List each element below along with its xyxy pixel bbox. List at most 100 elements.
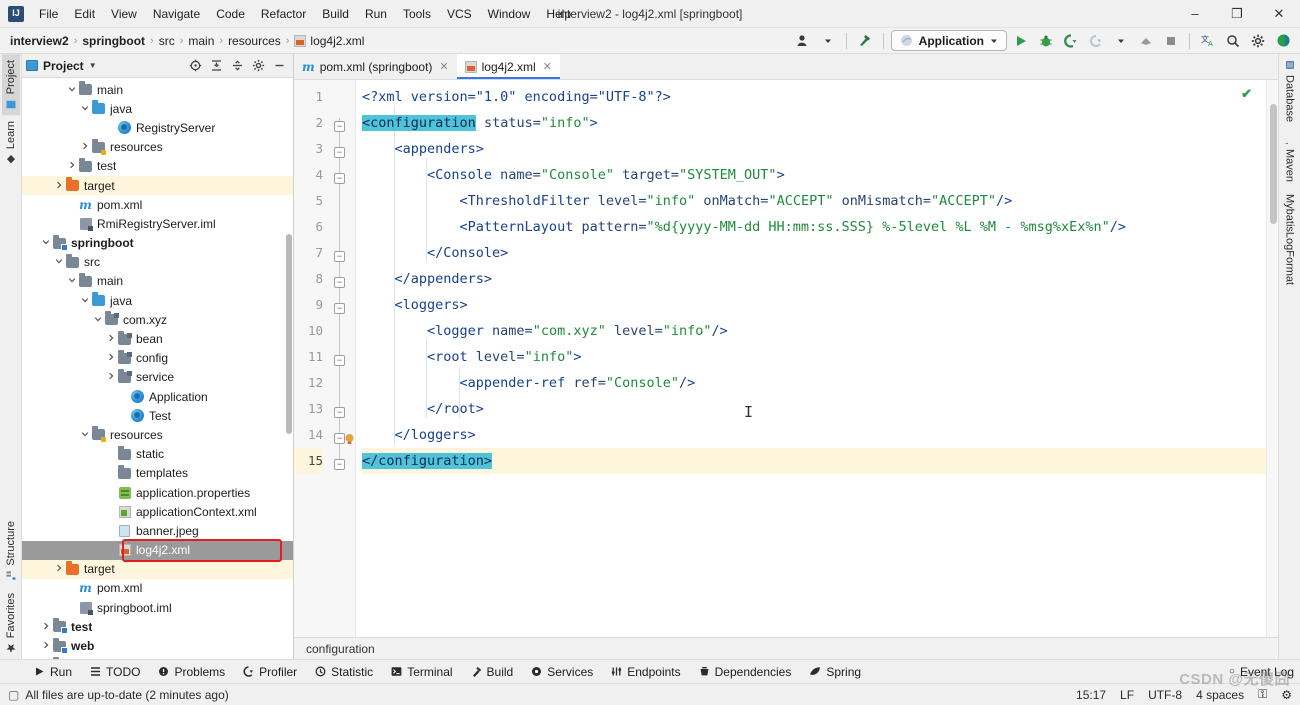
chevron-down-icon[interactable] (78, 296, 91, 306)
tree-item-java[interactable]: java (22, 99, 293, 118)
line-number-5[interactable]: 5 (294, 188, 323, 214)
line-number-1[interactable]: 1 (294, 84, 323, 110)
breadcrumb-item-interview2[interactable]: interview2 (6, 33, 73, 49)
tool-stripe-mybatislogformat[interactable]: MybatisLogFormat (1281, 188, 1299, 291)
menu-navigate[interactable]: Navigate (146, 4, 207, 24)
settings-gear-icon[interactable] (1247, 31, 1269, 51)
marker-gutter[interactable] (1266, 80, 1278, 637)
run-with-coverage-button[interactable] (1060, 31, 1082, 51)
code-folding-gutter[interactable]: − − − − − − − − − − (328, 84, 356, 637)
maximize-button[interactable]: ❐ (1216, 0, 1258, 28)
tool-window-button-services[interactable]: Services (523, 663, 601, 681)
editor-tab-pom-xml[interactable]: m pom.xml (springboot) ✕ (294, 54, 457, 79)
tab-close-icon[interactable]: ✕ (543, 60, 552, 73)
chevron-down-icon[interactable] (78, 430, 91, 440)
tree-item-static[interactable]: static (22, 445, 293, 464)
profile-button[interactable] (1085, 31, 1107, 51)
tree-item-bean[interactable]: bean (22, 329, 293, 348)
tool-stripe-maven[interactable]: m Maven (1280, 128, 1299, 188)
tool-window-button-run[interactable]: Run (26, 663, 80, 681)
menu-code[interactable]: Code (209, 4, 252, 24)
tool-window-button-spring[interactable]: Spring (801, 663, 869, 681)
line-number-6[interactable]: 6 (294, 214, 323, 240)
code-line-6[interactable]: <PatternLayout pattern="%d{yyyy-MM-dd HH… (362, 214, 1266, 240)
chevron-right-icon[interactable] (39, 641, 52, 651)
fold-marker-line-9[interactable]: − (334, 303, 345, 314)
tab-close-icon[interactable]: ✕ (439, 60, 448, 73)
tool-window-button-dependencies[interactable]: Dependencies (691, 663, 800, 681)
fold-marker-line-2[interactable]: − (334, 121, 345, 132)
menu-help[interactable]: Help (539, 4, 578, 24)
chevron-right-icon[interactable] (78, 142, 91, 152)
tool-window-button-problems[interactable]: Problems (150, 663, 233, 681)
tree-item-application-properties[interactable]: application.properties (22, 483, 293, 502)
tool-stripe-database[interactable]: Database (1281, 54, 1299, 128)
code-line-10[interactable]: <logger name="com.xyz" level="info"/> (362, 318, 1266, 344)
editor-scrollbar[interactable] (1270, 104, 1277, 224)
project-panel-title[interactable]: Project ▼ (26, 59, 97, 73)
tree-item-test[interactable]: test (22, 157, 293, 176)
close-button[interactable]: ✕ (1258, 0, 1300, 28)
collapse-all-icon[interactable] (228, 56, 247, 75)
translate-icon[interactable]: 文A (1197, 31, 1219, 51)
build-hammer-icon[interactable] (854, 31, 876, 51)
breadcrumb-item-log4j2-xml[interactable]: log4j2.xml (290, 33, 368, 49)
expand-all-icon[interactable] (207, 56, 226, 75)
code-line-9[interactable]: <loggers> (362, 292, 1266, 318)
code-line-4[interactable]: <Console name="Console" target="SYSTEM_O… (362, 162, 1266, 188)
fold-marker-line-3[interactable]: − (334, 147, 345, 158)
tool-stripe-structure[interactable]: Structure (2, 515, 20, 587)
minimize-button[interactable]: – (1174, 0, 1216, 28)
chevron-down-icon[interactable] (91, 315, 104, 325)
tool-window-button-statistic[interactable]: Statistic (307, 663, 381, 681)
tree-item-web-bom[interactable]: web-bom (22, 656, 293, 659)
indent-indicator[interactable]: 4 spaces (1196, 688, 1244, 702)
tree-item-registryserver[interactable]: RegistryServer (22, 118, 293, 137)
line-number-10[interactable]: 10 (294, 318, 323, 344)
inspection-status-icon[interactable]: ✔ (1241, 86, 1252, 102)
chevron-right-icon[interactable] (104, 334, 117, 344)
user-dropdown-caret-icon[interactable] (817, 31, 839, 51)
menu-file[interactable]: File (32, 4, 65, 24)
tree-item-web[interactable]: web (22, 636, 293, 655)
menu-run[interactable]: Run (358, 4, 394, 24)
line-number-11[interactable]: 11 (294, 344, 323, 370)
tool-window-button-terminal[interactable]: Terminal (383, 663, 460, 681)
project-tree-scrollbar[interactable] (286, 234, 292, 434)
project-view-caret-icon[interactable]: ▼ (89, 61, 97, 70)
tree-item-target[interactable]: target (22, 559, 293, 579)
tool-window-button-endpoints[interactable]: Endpoints (603, 663, 688, 681)
tree-item-rmiregistryserver-iml[interactable]: RmiRegistryServer.iml (22, 214, 293, 233)
tree-item-springboot-iml[interactable]: springboot.iml (22, 598, 293, 617)
code-line-3[interactable]: <appenders> (362, 136, 1266, 162)
tree-item-pom-xml[interactable]: m pom.xml (22, 195, 293, 214)
search-everywhere-icon[interactable] (1222, 31, 1244, 51)
hide-panel-icon[interactable] (270, 56, 289, 75)
line-number-7[interactable]: 7 (294, 240, 323, 266)
update-project-icon[interactable] (1272, 31, 1294, 51)
code-line-11[interactable]: <root level="info"> (362, 344, 1266, 370)
breadcrumb-item-main[interactable]: main (184, 33, 218, 49)
attach-process-button[interactable] (1135, 31, 1157, 51)
panel-settings-gear-icon[interactable] (249, 56, 268, 75)
tree-item-service[interactable]: service (22, 368, 293, 387)
user-avatar-icon[interactable] (792, 31, 814, 51)
code-line-7[interactable]: </Console> (362, 240, 1266, 266)
code-line-15[interactable]: </configuration> (362, 448, 1266, 474)
tree-item-pom-xml[interactable]: m pom.xml (22, 579, 293, 598)
line-number-8[interactable]: 8 (294, 266, 323, 292)
lock-icon[interactable]: ⚿ (1258, 687, 1267, 702)
tree-item-resources[interactable]: resources (22, 425, 293, 444)
tree-item-target[interactable]: target (22, 175, 293, 196)
breadcrumb-item-springboot[interactable]: springboot (78, 33, 149, 49)
tree-item-main[interactable]: main (22, 272, 293, 291)
chevron-down-icon[interactable] (78, 104, 91, 114)
chevron-down-icon[interactable] (52, 257, 65, 267)
run-configuration-selector[interactable]: Application (890, 30, 1007, 51)
tree-item-com-xyz[interactable]: com.xyz (22, 310, 293, 329)
menu-vcs[interactable]: VCS (440, 4, 479, 24)
code-viewport[interactable]: <?xml version="1.0" encoding="UTF-8"?> <c… (356, 80, 1266, 637)
intention-lightbulb-icon[interactable] (342, 432, 356, 446)
code-line-5[interactable]: <ThresholdFilter level="info" onMatch="A… (362, 188, 1266, 214)
editor-tab-log4j2-xml[interactable]: log4j2.xml ✕ (456, 54, 561, 79)
